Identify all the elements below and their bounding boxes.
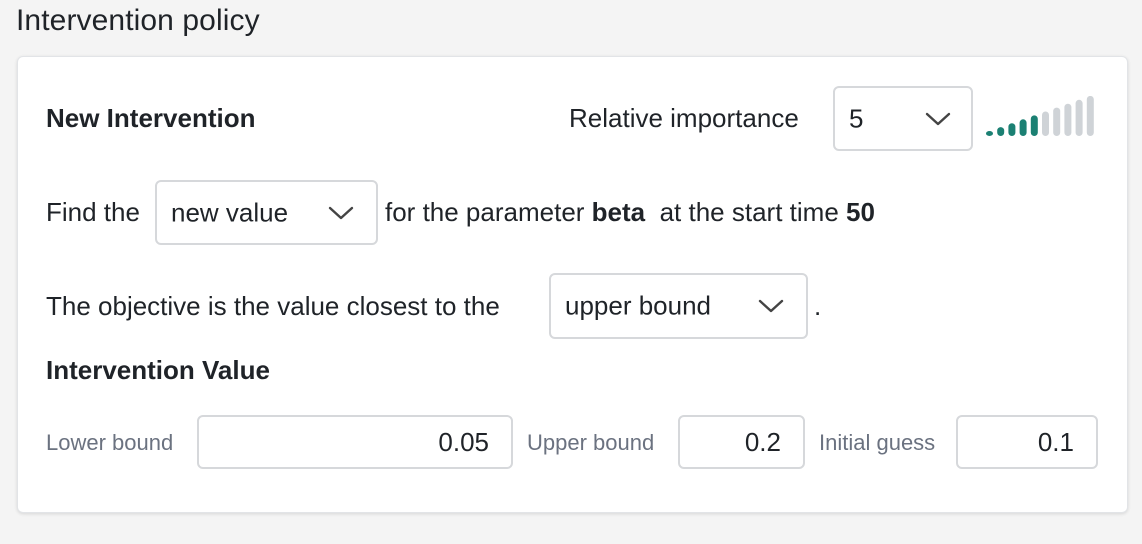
importance-bar-2 [997, 127, 1005, 136]
parameter-prefix-label: for the parameter [385, 197, 585, 227]
importance-bar-1 [986, 131, 993, 136]
objective-value: upper bound [565, 290, 712, 321]
parameter-name: beta [591, 197, 646, 227]
find-prefix-label: Find the [46, 197, 140, 227]
section-title: Intervention policy [16, 4, 260, 37]
importance-bar-7 [1053, 107, 1061, 136]
importance-bar-6 [1042, 111, 1049, 136]
intervention-heading: New Intervention [46, 103, 256, 133]
upper-bound-input[interactable] [678, 415, 805, 469]
chevron-down-icon [758, 299, 784, 313]
relative-importance-value: 5 [849, 103, 864, 133]
importance-bar-3 [1008, 123, 1016, 136]
start-time-value: 50 [846, 197, 875, 227]
relative-importance-select[interactable]: 5 [833, 86, 973, 151]
importance-bar-10 [1086, 96, 1094, 136]
lower-bound-input[interactable] [197, 415, 513, 469]
objective-suffix: . [814, 291, 822, 321]
chevron-down-icon [328, 206, 354, 219]
objective-select[interactable]: upper bound [549, 273, 808, 339]
relative-importance-label: Relative importance [569, 103, 799, 133]
initial-guess-label: Initial guess [819, 430, 936, 455]
importance-level-indicator [986, 96, 1094, 136]
importance-bar-4 [1019, 119, 1027, 136]
intervention-value-heading: Intervention Value [46, 355, 270, 385]
parameter-sentence: for the parameter beta at the start time… [385, 197, 875, 228]
initial-guess-input[interactable] [956, 415, 1098, 469]
importance-bar-8 [1064, 103, 1072, 136]
find-type-select[interactable]: new value [155, 180, 378, 245]
find-type-value: new value [171, 197, 289, 227]
importance-bar-5 [1030, 115, 1038, 136]
upper-bound-label: Upper bound [527, 430, 655, 455]
chevron-down-icon [925, 112, 951, 125]
importance-bar-9 [1075, 99, 1083, 136]
start-time-prefix-label: at the start time [659, 197, 839, 227]
objective-prefix-label: The objective is the value closest to th… [46, 291, 500, 321]
lower-bound-label: Lower bound [46, 430, 174, 455]
